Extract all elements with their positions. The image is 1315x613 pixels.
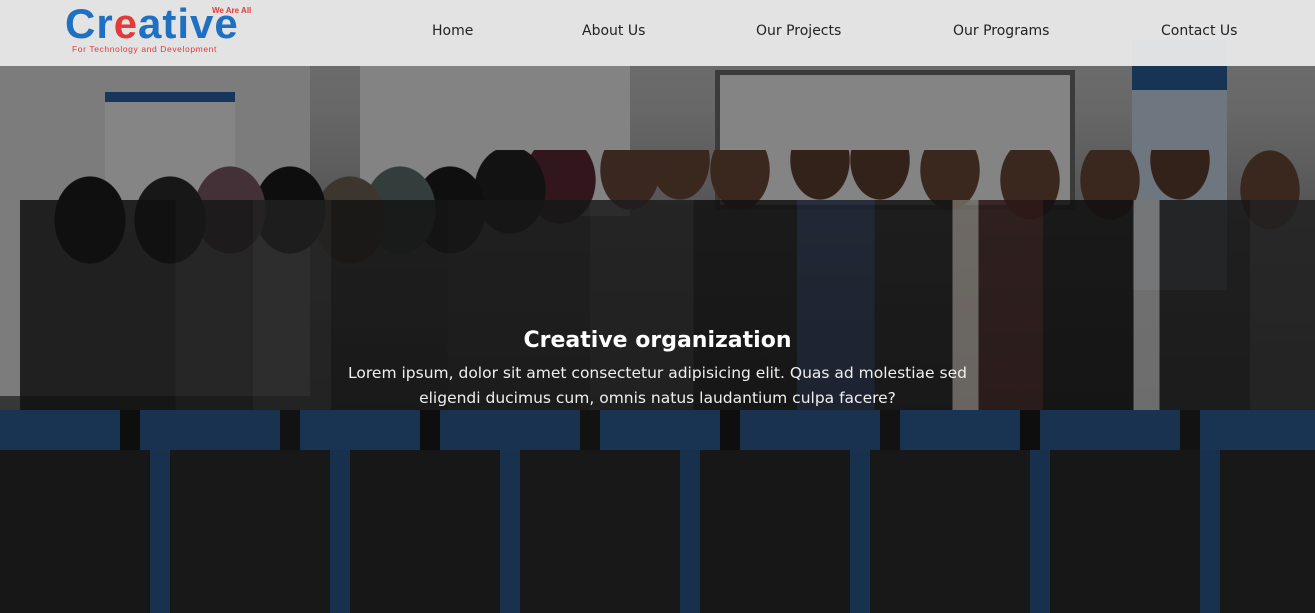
- hero-description: Lorem ipsum, dolor sit amet consectetur …: [348, 364, 967, 407]
- nav-home[interactable]: Home: [432, 23, 473, 39]
- nav-about-us[interactable]: About Us: [582, 23, 645, 39]
- nav-contact-us[interactable]: Contact Us: [1161, 23, 1237, 39]
- site-header: Creative We Are All For Technology and D…: [0, 0, 1315, 66]
- main-nav: Home About Us Our Projects Our Programs …: [0, 0, 1315, 66]
- nav-our-projects[interactable]: Our Projects: [756, 23, 841, 39]
- hero-caption: Creative organization Lorem ipsum, dolor…: [0, 328, 1315, 411]
- hero-title: Creative organization: [523, 328, 792, 353]
- hero-dark-overlay: [0, 0, 1315, 613]
- nav-our-programs[interactable]: Our Programs: [953, 23, 1049, 39]
